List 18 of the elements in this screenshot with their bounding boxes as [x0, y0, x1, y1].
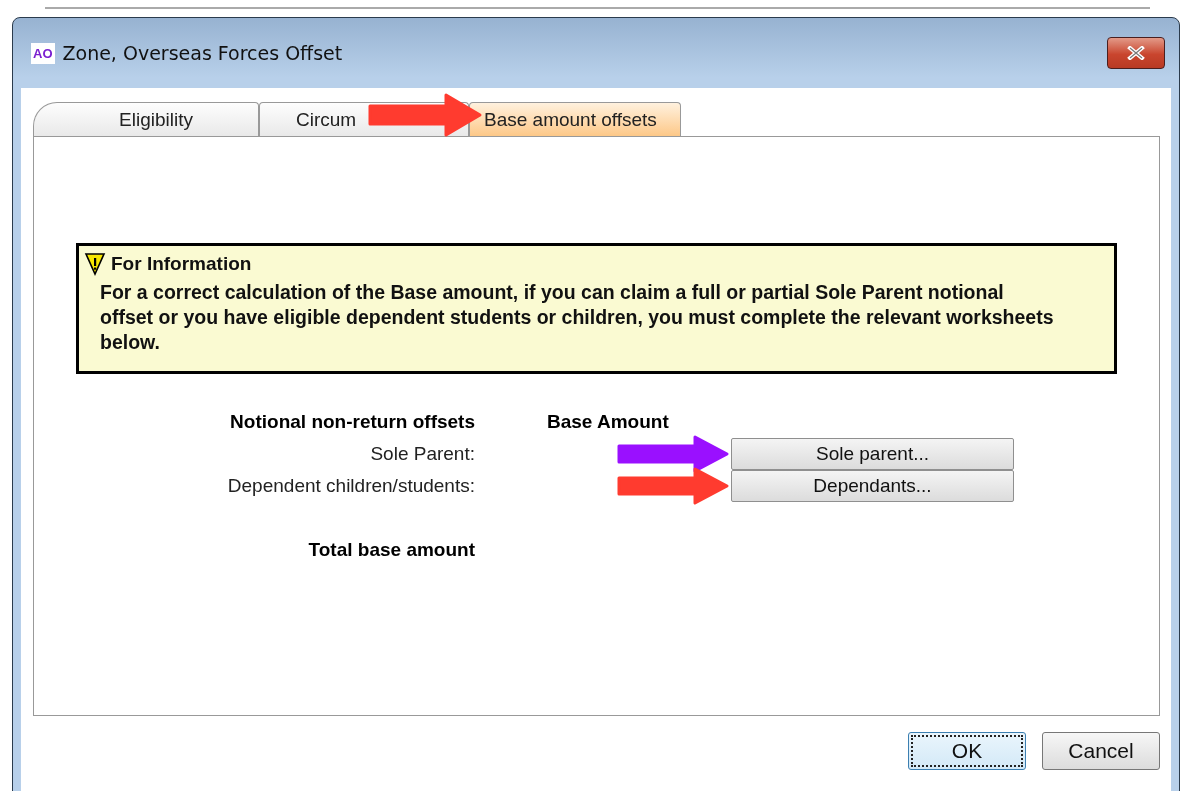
worksheet-button[interactable]: Sole parent... — [731, 438, 1014, 470]
tab[interactable]: Eligibility — [33, 102, 259, 136]
dialog-button[interactable]: OK — [908, 732, 1026, 770]
dialog-button[interactable]: Cancel — [1042, 732, 1160, 770]
section-heading: Notional non-return offsets — [229, 411, 475, 433]
close-icon — [1126, 46, 1146, 60]
total-label: Total base amount — [307, 539, 475, 561]
info-text: For a correct calculation of the Base amount, if you can claim a full or partial Sole Parent notional offset or you have eligible dependent students or children, you must complete the relevant worksheets below. — [100, 280, 1055, 355]
app-logo-icon: AO — [31, 42, 55, 64]
field-label: Sole Parent: — [369, 443, 475, 465]
warning-icon — [84, 252, 106, 276]
info-heading: For Information — [111, 253, 252, 275]
close-button[interactable] — [1107, 37, 1165, 69]
column-heading: Base Amount — [546, 411, 670, 433]
worksheet-button[interactable]: Dependants... — [731, 470, 1014, 502]
tab[interactable]: Base amount offsets — [469, 102, 681, 136]
field-label: Dependent children/students: — [226, 475, 475, 497]
window-title: Zone, Overseas Forces Offset — [62, 42, 344, 64]
